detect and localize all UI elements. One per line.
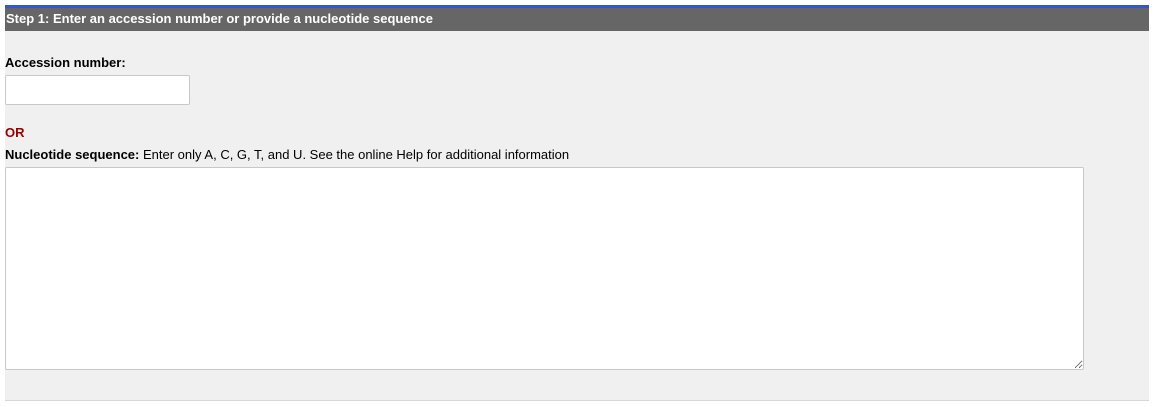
step1-panel: Step 1: Enter an accession number or pro… bbox=[5, 5, 1149, 401]
nucleotide-sequence-textarea[interactable] bbox=[5, 167, 1084, 370]
nucleotide-sequence-label-row: Nucleotide sequence: Enter only A, C, G,… bbox=[5, 147, 569, 163]
or-separator: OR bbox=[5, 125, 25, 140]
nucleotide-sequence-label: Nucleotide sequence: bbox=[5, 147, 140, 162]
accession-number-label: Accession number: bbox=[5, 55, 126, 70]
step1-header: Step 1: Enter an accession number or pro… bbox=[5, 5, 1149, 31]
nucleotide-sequence-hint: Enter only A, C, G, T, and U. See the on… bbox=[143, 147, 570, 162]
accession-number-input[interactable] bbox=[5, 75, 190, 105]
